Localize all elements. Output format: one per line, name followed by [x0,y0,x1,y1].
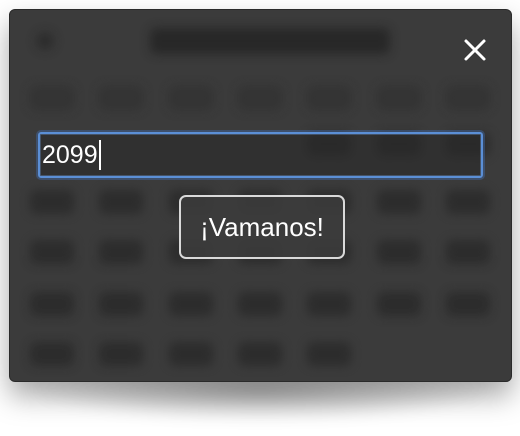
blurred-week-row [30,342,490,368]
close-button[interactable] [459,34,491,66]
close-icon [464,39,486,61]
stage: 2099 ¡Vamanos! [0,0,520,436]
year-picker-dialog: 2099 ¡Vamanos! [9,9,512,382]
text-caret [98,140,101,170]
blurred-month-title [150,28,390,54]
blurred-weekday-row [30,86,490,112]
go-button[interactable]: ¡Vamanos! [179,195,345,259]
blurred-week-row [30,292,490,318]
blurred-prev-arrow [36,32,54,50]
year-input-value: 2099 [42,141,98,169]
year-input[interactable]: 2099 [38,132,483,178]
